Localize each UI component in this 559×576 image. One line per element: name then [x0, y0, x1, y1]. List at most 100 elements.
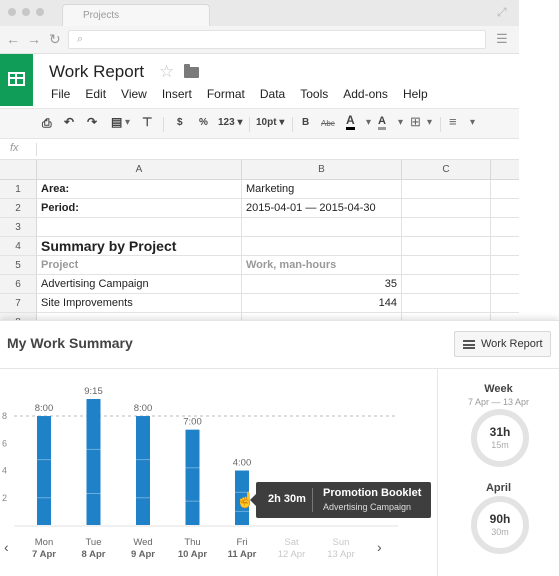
column-header-b[interactable]: B [242, 160, 402, 180]
currency-button[interactable]: $ [177, 117, 183, 128]
row-header[interactable]: 5 [0, 256, 37, 275]
column-header-a[interactable]: A [37, 160, 242, 180]
paint-format-icon[interactable]: ⊤ [142, 115, 152, 129]
bar-mon[interactable] [37, 416, 51, 525]
cell-a[interactable]: Period: [37, 199, 242, 218]
cell-b[interactable] [242, 313, 402, 320]
sheets-logo-icon[interactable] [0, 54, 33, 106]
cell-d[interactable] [491, 218, 519, 237]
row-header[interactable]: 3 [0, 218, 37, 237]
cell-c[interactable] [402, 218, 491, 237]
chevron-down-icon[interactable]: ▾ [398, 117, 403, 128]
cell-b[interactable] [242, 237, 402, 256]
borders-icon[interactable]: ⊞ [410, 114, 421, 130]
toolbar-divider [249, 117, 250, 132]
redo-icon[interactable]: ↷ [87, 115, 97, 129]
font-size-dropdown[interactable]: 10pt ▾ [256, 117, 284, 128]
zoom-window-dot[interactable] [36, 8, 44, 16]
work-report-button[interactable]: Work Report [454, 331, 551, 357]
print-icon[interactable]: ⎙ [42, 116, 52, 131]
cell-a[interactable]: Site Improvements [37, 294, 242, 313]
cell-b[interactable]: Work, man-hours [242, 256, 402, 275]
column-header-c[interactable]: C [402, 160, 491, 180]
text-color-button[interactable]: A [346, 114, 355, 130]
formula-bar[interactable]: fx [0, 139, 519, 160]
previous-week-arrow-icon[interactable]: ‹ [4, 539, 9, 555]
chevron-down-icon[interactable]: ▾ [125, 117, 130, 128]
cell-d[interactable] [491, 275, 519, 294]
bar-thu[interactable] [185, 429, 200, 525]
forward-arrow-icon[interactable]: → [27, 31, 41, 47]
cell-d[interactable] [491, 313, 519, 320]
cell-a[interactable]: Summary by Project [37, 237, 242, 256]
cell-c[interactable] [402, 199, 491, 218]
cell-d[interactable] [491, 256, 519, 275]
menu-help[interactable]: Help [403, 87, 428, 101]
fullscreen-icon[interactable]: ⤢ [497, 5, 507, 20]
chevron-down-icon[interactable]: ▾ [427, 117, 432, 128]
cell-a[interactable] [37, 218, 242, 237]
strikethrough-button[interactable]: Abc [321, 119, 335, 128]
bar-wed[interactable] [136, 416, 150, 525]
cell-c[interactable] [402, 294, 491, 313]
address-bar[interactable]: ⌕ [68, 30, 486, 49]
cell-a[interactable]: Project [37, 256, 242, 275]
row-header[interactable]: 8 [0, 313, 37, 320]
menu-tools[interactable]: Tools [300, 87, 328, 101]
browser-tab[interactable]: Projects [62, 4, 210, 26]
fill-color-button[interactable]: A [378, 115, 386, 130]
cell-a[interactable] [37, 313, 242, 320]
cell-d[interactable] [491, 199, 519, 218]
cell-a[interactable]: Advertising Campaign [37, 275, 242, 294]
document-title[interactable]: Work Report [49, 62, 144, 82]
row-header[interactable]: 1 [0, 180, 37, 199]
tooltip-divider [312, 488, 313, 512]
cell-d[interactable] [491, 180, 519, 199]
menu-insert[interactable]: Insert [162, 87, 192, 101]
row-header[interactable]: 6 [0, 275, 37, 294]
chevron-down-icon[interactable]: ▾ [366, 117, 371, 128]
cell-b[interactable]: 144 [242, 294, 402, 313]
bold-button[interactable]: B [302, 117, 309, 128]
clipboard-icon[interactable]: ▤ [111, 115, 122, 129]
browser-menu-icon[interactable]: ☰ [496, 31, 508, 47]
panel-title: My Work Summary [7, 335, 133, 351]
menu-addons[interactable]: Add-ons [343, 87, 388, 101]
cell-c[interactable] [402, 313, 491, 320]
column-header-d[interactable] [491, 160, 519, 180]
cell-c[interactable] [402, 256, 491, 275]
star-icon[interactable]: ☆ [159, 62, 174, 82]
close-window-dot[interactable] [8, 8, 16, 16]
cell-b[interactable]: Marketing [242, 180, 402, 199]
menu-format[interactable]: Format [207, 87, 245, 101]
cell-c[interactable] [402, 237, 491, 256]
cell-d[interactable] [491, 294, 519, 313]
cell-b[interactable]: 2015-04-01 — 2015-04-30 [242, 199, 402, 218]
folder-icon[interactable] [184, 64, 199, 78]
week-range: 7 Apr — 13 Apr [467, 397, 530, 407]
menu-data[interactable]: Data [260, 87, 285, 101]
minimize-window-dot[interactable] [22, 8, 30, 16]
cell-b[interactable] [242, 218, 402, 237]
row-header[interactable]: 4 [0, 237, 37, 256]
cell-a[interactable]: Area: [37, 180, 242, 199]
reload-icon[interactable]: ↻ [49, 31, 61, 48]
back-arrow-icon[interactable]: ← [6, 31, 20, 47]
cell-d[interactable] [491, 237, 519, 256]
bar-tue[interactable] [86, 399, 101, 525]
undo-icon[interactable]: ↶ [64, 115, 74, 129]
select-all-corner[interactable] [0, 160, 37, 180]
menu-view[interactable]: View [121, 87, 147, 101]
number-format-dropdown[interactable]: 123 ▾ [218, 117, 242, 128]
row-header[interactable]: 2 [0, 199, 37, 218]
cell-b[interactable]: 35 [242, 275, 402, 294]
menu-file[interactable]: File [51, 87, 70, 101]
percent-button[interactable]: % [199, 117, 208, 128]
menu-edit[interactable]: Edit [85, 87, 106, 101]
cell-c[interactable] [402, 180, 491, 199]
row-header[interactable]: 7 [0, 294, 37, 313]
next-week-arrow-icon[interactable]: › [377, 539, 382, 555]
chevron-down-icon[interactable]: ▾ [470, 117, 475, 128]
cell-c[interactable] [402, 275, 491, 294]
align-left-icon[interactable]: ≡ [449, 114, 457, 129]
